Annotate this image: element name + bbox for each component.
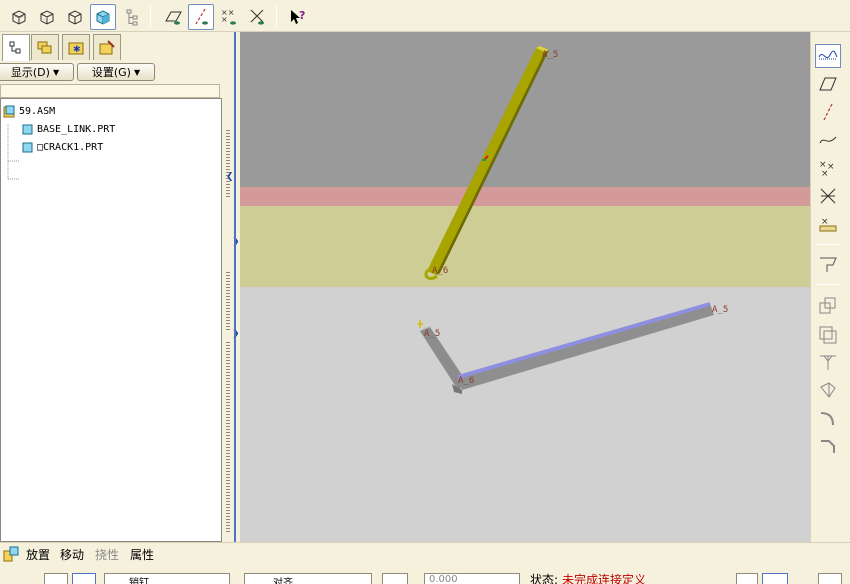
coordinate-system-icon[interactable] (815, 184, 841, 208)
settings-dropdown-label: 设置(G) (91, 66, 131, 79)
predefined-button[interactable] (72, 573, 96, 584)
part-icon (22, 142, 33, 152)
axis-label-gray-right: A_5 (712, 305, 728, 315)
constraint-type-select[interactable]: 对齐 (244, 573, 372, 584)
datum-point-icon[interactable]: × × × (815, 156, 841, 180)
tree-row-part[interactable]: BASE_LINK.PRT (21, 121, 115, 137)
show-dropdown[interactable]: 显示(D) ▼ (0, 63, 74, 81)
revolve-icon[interactable] (815, 378, 841, 402)
tree-row-part[interactable]: □CRACK1.PRT (21, 139, 103, 155)
tree-label: □CRACK1.PRT (37, 141, 104, 153)
svg-text:✱: ✱ (73, 45, 81, 55)
user-defined-button[interactable] (44, 573, 68, 584)
splitter-grip[interactable] (226, 272, 230, 332)
no-hidden-cube-icon[interactable] (62, 4, 88, 30)
sketch-curve-icon[interactable] (815, 44, 841, 68)
chamfer-icon[interactable] (815, 434, 841, 458)
dashboard-row: 销钉 对齐 0.000 状态: 未完成连接定义 (0, 571, 850, 584)
connection-type-select[interactable]: 销钉 (104, 573, 230, 584)
tab-properties[interactable]: 属性 (130, 547, 154, 563)
tab-flexibility: 挠性 (95, 548, 120, 562)
curve-icon[interactable] (815, 128, 841, 152)
graphics-viewport[interactable]: A_5 A_6 A_5 A_6 A_5 (240, 32, 810, 542)
placement-dashboard-icon (3, 546, 19, 562)
splitter-line (234, 32, 236, 542)
flip-button[interactable] (382, 573, 408, 584)
shaded-cube-icon[interactable] (6, 4, 32, 30)
mirror-icon[interactable] (815, 322, 841, 346)
svg-text:×: × (221, 15, 228, 24)
chevron-down-icon: ▼ (133, 67, 141, 77)
model-tree-panel: ✱ 显示(D) ▼ 设置(G) ▼ 59.ASM BASE_LINK.PRT □… (0, 32, 222, 542)
offset-input[interactable]: 0.000 (424, 573, 520, 584)
copy-paste-icon[interactable] (815, 294, 841, 318)
datum-axis-icon[interactable] (815, 100, 841, 124)
whats-this-help-icon[interactable]: ? (284, 4, 310, 30)
panel-splitter[interactable]: ❮ ❯ ❯ (222, 32, 240, 542)
top-toolbar: ×× × ? (0, 0, 850, 32)
wireframe-cube-active-icon[interactable] (90, 4, 116, 30)
tab-move[interactable]: 移动 (60, 547, 84, 563)
offset-value: 0.000 (429, 574, 458, 584)
show-dropdown-label: 显示(D) (10, 66, 50, 79)
cancel-button[interactable] (818, 573, 842, 584)
panel-strip (0, 84, 220, 98)
status-value: 未完成连接定义 (562, 573, 647, 584)
right-toolbar: × × × × (810, 32, 850, 542)
round-icon[interactable] (815, 406, 841, 430)
tree-label: 59.ASM (19, 105, 56, 117)
axis-label-gray-left: A_5 (424, 329, 440, 339)
background-upper-region (240, 32, 810, 187)
pause-button[interactable] (736, 573, 758, 584)
model-tree-tab-icon (9, 41, 21, 54)
csys-visibility-icon[interactable] (244, 4, 270, 30)
model-tree-tab[interactable] (2, 34, 30, 61)
bottom-dashboard: 放置 移动 挠性 属性 销钉 对齐 0.000 状态: 未完成连接定义 (0, 542, 850, 584)
axis-label-gray-joint: A_6 (458, 376, 474, 386)
base-link-long-segment[interactable] (452, 302, 714, 394)
layers-tab[interactable] (31, 34, 59, 60)
datum-axis-visibility-icon[interactable] (188, 4, 214, 30)
merge-icon[interactable] (815, 350, 841, 374)
settings-tab[interactable] (93, 34, 121, 60)
axis-label-yellow-top: A_5 (542, 50, 558, 60)
datum-plane-icon[interactable] (815, 72, 841, 96)
splitter-grip[interactable] (226, 130, 230, 198)
analysis-point-icon[interactable]: × (815, 212, 841, 236)
model-tree: 59.ASM BASE_LINK.PRT □CRACK1.PRT (0, 98, 222, 542)
svg-text:?: ? (299, 9, 305, 22)
highlight-band-red (240, 187, 810, 206)
constraint-type-label: 对齐 (273, 578, 293, 584)
highlight-band-yellow (240, 206, 810, 287)
connection-type-label: 销钉 (129, 578, 149, 584)
splitter-grip[interactable] (226, 342, 230, 532)
tab-placement[interactable]: 放置 (26, 547, 50, 563)
chevron-down-icon: ▼ (52, 67, 60, 77)
tree-label: BASE_LINK.PRT (37, 123, 116, 135)
svg-text:×: × (821, 169, 829, 179)
chevron-left-icon[interactable]: ❮ (226, 172, 234, 182)
assembly-icon (3, 105, 15, 117)
point-visibility-icon[interactable]: ×× × (216, 4, 242, 30)
part-icon (22, 124, 33, 134)
tree-display-icon[interactable] (120, 4, 146, 30)
preview-button[interactable] (762, 573, 788, 584)
settings-dropdown[interactable]: 设置(G) ▼ (77, 63, 155, 81)
status-label: 状态: (530, 573, 559, 584)
viewport-canvas[interactable]: A_5 A_6 A_5 A_6 A_5 (240, 32, 810, 542)
axis-label-yellow-bottom: A_6 (432, 266, 448, 276)
hidden-line-cube-icon[interactable] (34, 4, 60, 30)
tree-row-asm[interactable]: 59.ASM (3, 103, 55, 119)
csys-marker-icon (418, 320, 423, 328)
favorites-tab[interactable]: ✱ (62, 34, 90, 60)
placement-icon[interactable] (815, 252, 841, 276)
datum-plane-visibility-icon[interactable] (160, 4, 186, 30)
